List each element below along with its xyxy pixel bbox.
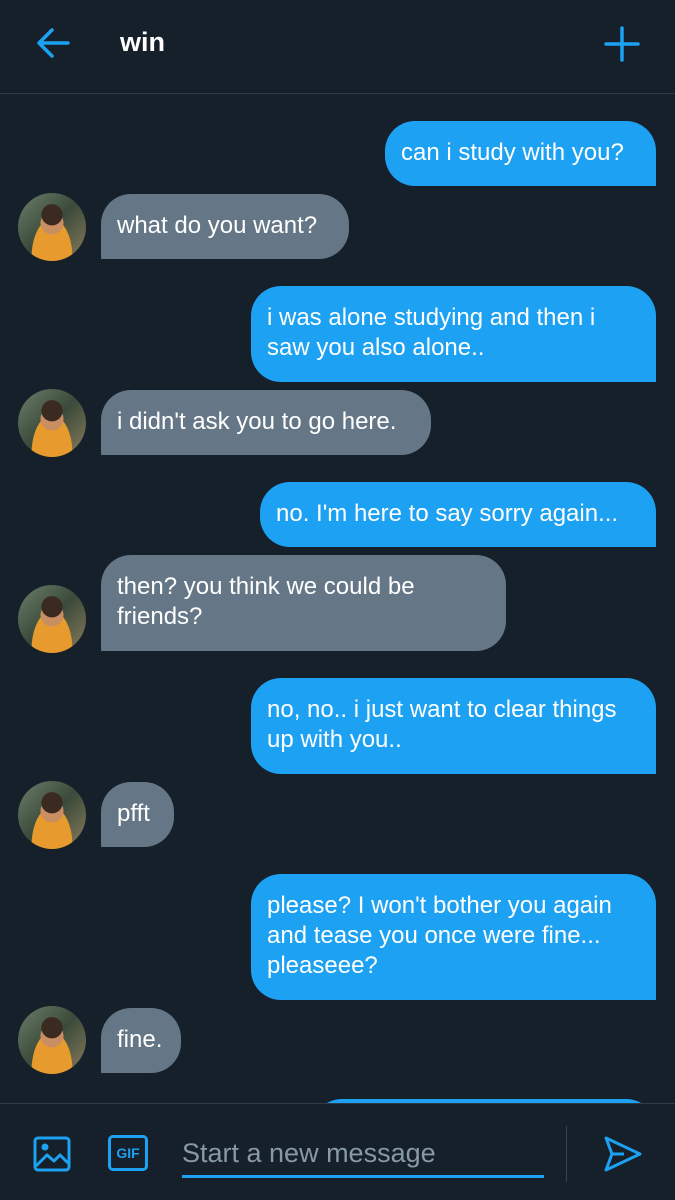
plus-icon (604, 26, 640, 62)
avatar[interactable] (18, 1006, 86, 1074)
message-text: pfft (117, 800, 150, 827)
sent-message[interactable]: no. I'm here to say sorry again... (260, 482, 656, 547)
image-icon (33, 1136, 71, 1172)
avatar[interactable] (18, 781, 86, 849)
received-message[interactable]: i didn't ask you to go here. (101, 390, 431, 455)
avatar[interactable] (18, 585, 86, 653)
back-button[interactable] (30, 22, 76, 64)
message-text: no. I'm here to say sorry again... (276, 500, 619, 527)
message-composer: GIF (0, 1103, 675, 1200)
message-text: i was alone studying and then i saw you … (267, 304, 596, 361)
message-text: fine. (117, 1026, 163, 1053)
avatar[interactable] (18, 389, 86, 457)
message-input[interactable] (182, 1132, 544, 1178)
message-text: please? I won't bother you again and tea… (267, 892, 612, 979)
avatar[interactable] (18, 193, 86, 261)
message-text: can i study with you? (401, 139, 624, 166)
received-message[interactable]: pfft (101, 782, 174, 847)
message-text: no, no.. i just want to clear things up … (267, 696, 617, 753)
sent-message[interactable]: i was alone studying and then i saw you … (251, 286, 656, 382)
message-text: i didn't ask you to go here. (117, 408, 397, 435)
new-conversation-button[interactable] (600, 22, 644, 66)
received-message[interactable]: fine. (101, 1008, 181, 1073)
composer-divider (566, 1126, 567, 1182)
message-text: what do you want? (117, 212, 318, 239)
send-icon (604, 1136, 642, 1172)
message-text: then? you think we could be friends? (117, 573, 415, 630)
sent-message[interactable]: please? I won't bother you again and tea… (251, 874, 656, 1000)
sent-message[interactable]: can i study with you? (385, 121, 656, 186)
message-thread[interactable]: can i study with you? what do you want? … (0, 95, 675, 1103)
sent-message[interactable]: no, no.. i just want to clear things up … (251, 678, 656, 774)
arrow-left-icon (37, 28, 70, 58)
send-button[interactable] (600, 1132, 644, 1176)
add-image-button[interactable] (32, 1134, 72, 1174)
chat-header: win (0, 0, 675, 94)
add-gif-button[interactable]: GIF (108, 1135, 148, 1171)
received-message[interactable]: then? you think we could be friends? (101, 555, 506, 651)
received-message[interactable]: what do you want? (101, 194, 349, 259)
conversation-title: win (120, 27, 165, 57)
